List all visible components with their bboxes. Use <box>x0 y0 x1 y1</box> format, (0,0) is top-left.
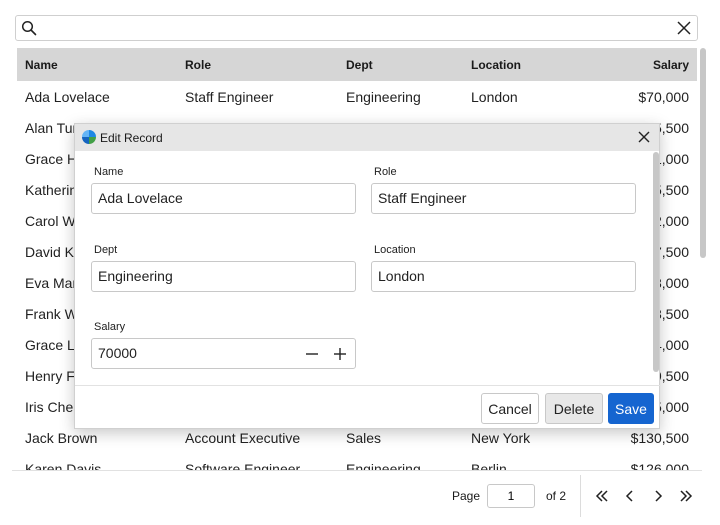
column-header-salary[interactable]: Salary <box>603 58 697 72</box>
column-header-dept[interactable]: Dept <box>338 58 463 72</box>
column-header-location[interactable]: Location <box>463 58 603 72</box>
table-row[interactable]: Karen Davis Software Engineer Engineering B… <box>17 453 697 472</box>
grid-scrollbar[interactable] <box>699 48 707 463</box>
search-icon <box>21 20 37 36</box>
page-count-label: of 2 <box>546 489 567 503</box>
pager-separator <box>580 475 581 517</box>
search-bar <box>15 15 698 41</box>
salary-value: 70000 <box>98 345 137 361</box>
dept-label: Dept <box>94 244 118 256</box>
grid-scrollbar-thumb[interactable] <box>700 48 706 258</box>
table-cell-role: Staff Engineer <box>185 88 274 105</box>
role-label: Role <box>374 166 397 178</box>
dept-field[interactable]: Engineering <box>91 261 356 292</box>
close-icon[interactable] <box>635 128 653 146</box>
page-number-input[interactable] <box>487 484 535 508</box>
minus-icon[interactable] <box>302 344 322 364</box>
page-label: Page <box>452 489 481 503</box>
column-header-name[interactable]: Name <box>17 58 177 72</box>
next-page-icon[interactable] <box>647 485 669 507</box>
location-label: Location <box>374 244 416 256</box>
first-page-icon[interactable] <box>591 485 613 507</box>
dialog-title: Edit Record <box>100 131 163 145</box>
dialog-scrollbar[interactable] <box>653 152 659 372</box>
table-cell-name: Jack Brown <box>25 429 98 446</box>
name-field[interactable]: Ada Lovelace <box>91 183 356 214</box>
name-label: Name <box>94 166 124 178</box>
pager: Page of 2 <box>0 471 720 525</box>
grid-header: Name Role Dept Location Salary <box>17 48 697 81</box>
dialog-body: Name Ada Lovelace Role Staff Engineer De… <box>75 151 661 385</box>
table-row[interactable]: Ada Lovelace Staff Engineer Engineering Lon… <box>17 81 697 112</box>
cancel-button[interactable]: Cancel <box>481 393 539 424</box>
table-cell-salary: $130,500 <box>630 429 689 446</box>
app-icon <box>82 130 96 144</box>
table-cell-role: Account Executive <box>185 429 301 446</box>
table-cell-salary: $70,000 <box>638 88 689 105</box>
previous-page-icon[interactable] <box>619 485 641 507</box>
salary-label: Salary <box>94 321 126 333</box>
salary-stepper[interactable]: 70000 <box>91 338 356 369</box>
delete-button[interactable]: Delete <box>545 393 603 424</box>
dialog-footer: Cancel Delete Save <box>75 385 661 430</box>
table-cell-name: Ada Lovelace <box>25 88 110 105</box>
table-cell-dept: Sales <box>346 429 382 446</box>
table-cell-dept: Engineering <box>346 88 421 105</box>
location-field[interactable]: London <box>371 261 636 292</box>
edit-record-dialog: Edit Record Name Ada Lovelace Role Staff… <box>74 123 661 430</box>
plus-icon[interactable] <box>330 344 350 364</box>
close-icon[interactable] <box>675 19 693 37</box>
column-header-role[interactable]: Role <box>177 58 338 72</box>
last-page-icon[interactable] <box>675 485 697 507</box>
search-input[interactable] <box>44 18 664 38</box>
dialog-title-bar[interactable]: Edit Record <box>75 124 659 151</box>
save-button[interactable]: Save <box>608 393 654 424</box>
table-cell-location: London <box>471 88 518 105</box>
table-cell-location: New York <box>471 429 531 446</box>
role-field[interactable]: Staff Engineer <box>371 183 636 214</box>
